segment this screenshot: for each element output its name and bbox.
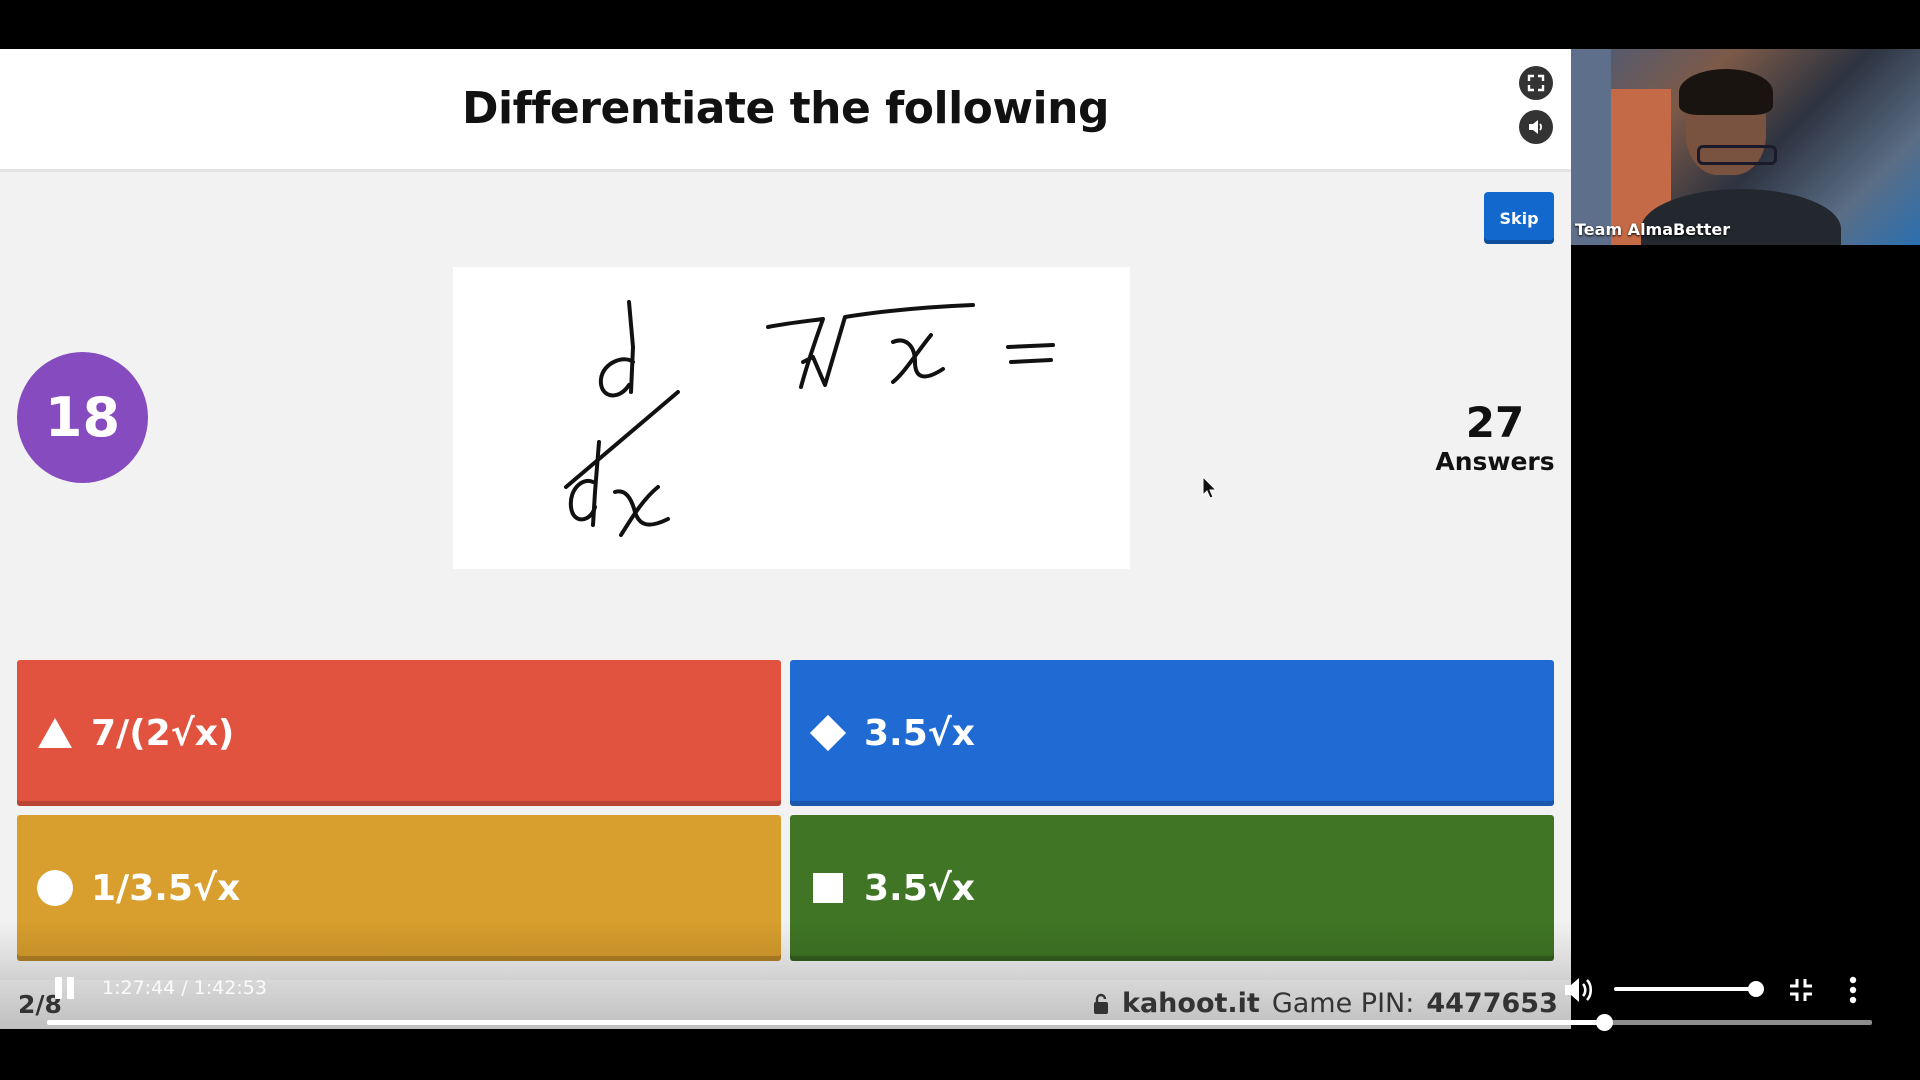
participant-name: Team AlmaBetter xyxy=(1575,220,1731,239)
volume-handle[interactable] xyxy=(1748,981,1764,997)
game-pin-label: Game PIN: xyxy=(1271,988,1415,1019)
question-image xyxy=(453,267,1130,569)
handwritten-derivative-image xyxy=(564,300,1055,537)
volume-slider[interactable] xyxy=(1614,981,1764,997)
answer-option-triangle[interactable]: 7/(2√x) xyxy=(17,660,781,806)
answer-option-diamond[interactable]: 3.5√x xyxy=(790,660,1554,806)
skip-button[interactable]: Skip xyxy=(1484,192,1554,244)
speaker-icon xyxy=(1529,120,1543,134)
mute-button[interactable] xyxy=(1519,110,1553,144)
kahoot-site: kahoot.it xyxy=(1122,988,1260,1019)
mouse-cursor-icon xyxy=(1202,476,1218,499)
kahoot-stage: Differentiate the following Skip 18 27 A… xyxy=(0,49,1571,1029)
person-hair xyxy=(1679,69,1773,115)
exit-fullscreen-icon[interactable] xyxy=(1788,977,1814,1003)
more-options-icon[interactable] xyxy=(1845,975,1861,1005)
triangle-icon xyxy=(35,713,75,753)
background-wall xyxy=(1571,49,1611,245)
answer-label: 3.5√x xyxy=(864,867,976,909)
square-icon xyxy=(808,868,848,908)
answer-label: 1/3.5√x xyxy=(91,867,241,909)
game-pin-bar: kahoot.it Game PIN: 4477653 xyxy=(1092,988,1558,1019)
seek-bar[interactable] xyxy=(47,1014,1872,1031)
answer-label: 7/(2√x) xyxy=(91,712,235,754)
diamond-icon xyxy=(808,713,848,753)
expand-icon xyxy=(1527,74,1545,92)
time-display: 1:27:44 / 1:42:53 xyxy=(102,977,267,999)
answers-count-label: Answers xyxy=(1435,447,1555,476)
countdown-timer: 18 xyxy=(17,352,148,483)
player-controls-overlay xyxy=(0,920,1920,1030)
person-glasses xyxy=(1697,145,1777,165)
seek-handle[interactable] xyxy=(1595,1014,1613,1031)
participant-video: Team AlmaBetter xyxy=(1571,49,1920,245)
answers-count-value: 27 xyxy=(1465,398,1525,447)
answers-counter: 27 Answers xyxy=(1410,399,1571,477)
game-pin-value: 4477653 xyxy=(1426,988,1558,1019)
question-header: Differentiate the following xyxy=(0,49,1571,172)
pause-button[interactable] xyxy=(52,975,78,1001)
seek-bar-played xyxy=(47,1020,1604,1025)
pause-icon-bar-left xyxy=(55,977,62,999)
fullscreen-button[interactable] xyxy=(1519,66,1553,100)
answer-label: 3.5√x xyxy=(864,712,976,754)
question-title: Differentiate the following xyxy=(462,83,1109,134)
pause-icon-bar-right xyxy=(67,977,74,999)
lock-icon xyxy=(1094,993,1108,1014)
circle-icon xyxy=(35,868,75,908)
volume-icon[interactable] xyxy=(1562,975,1596,1005)
